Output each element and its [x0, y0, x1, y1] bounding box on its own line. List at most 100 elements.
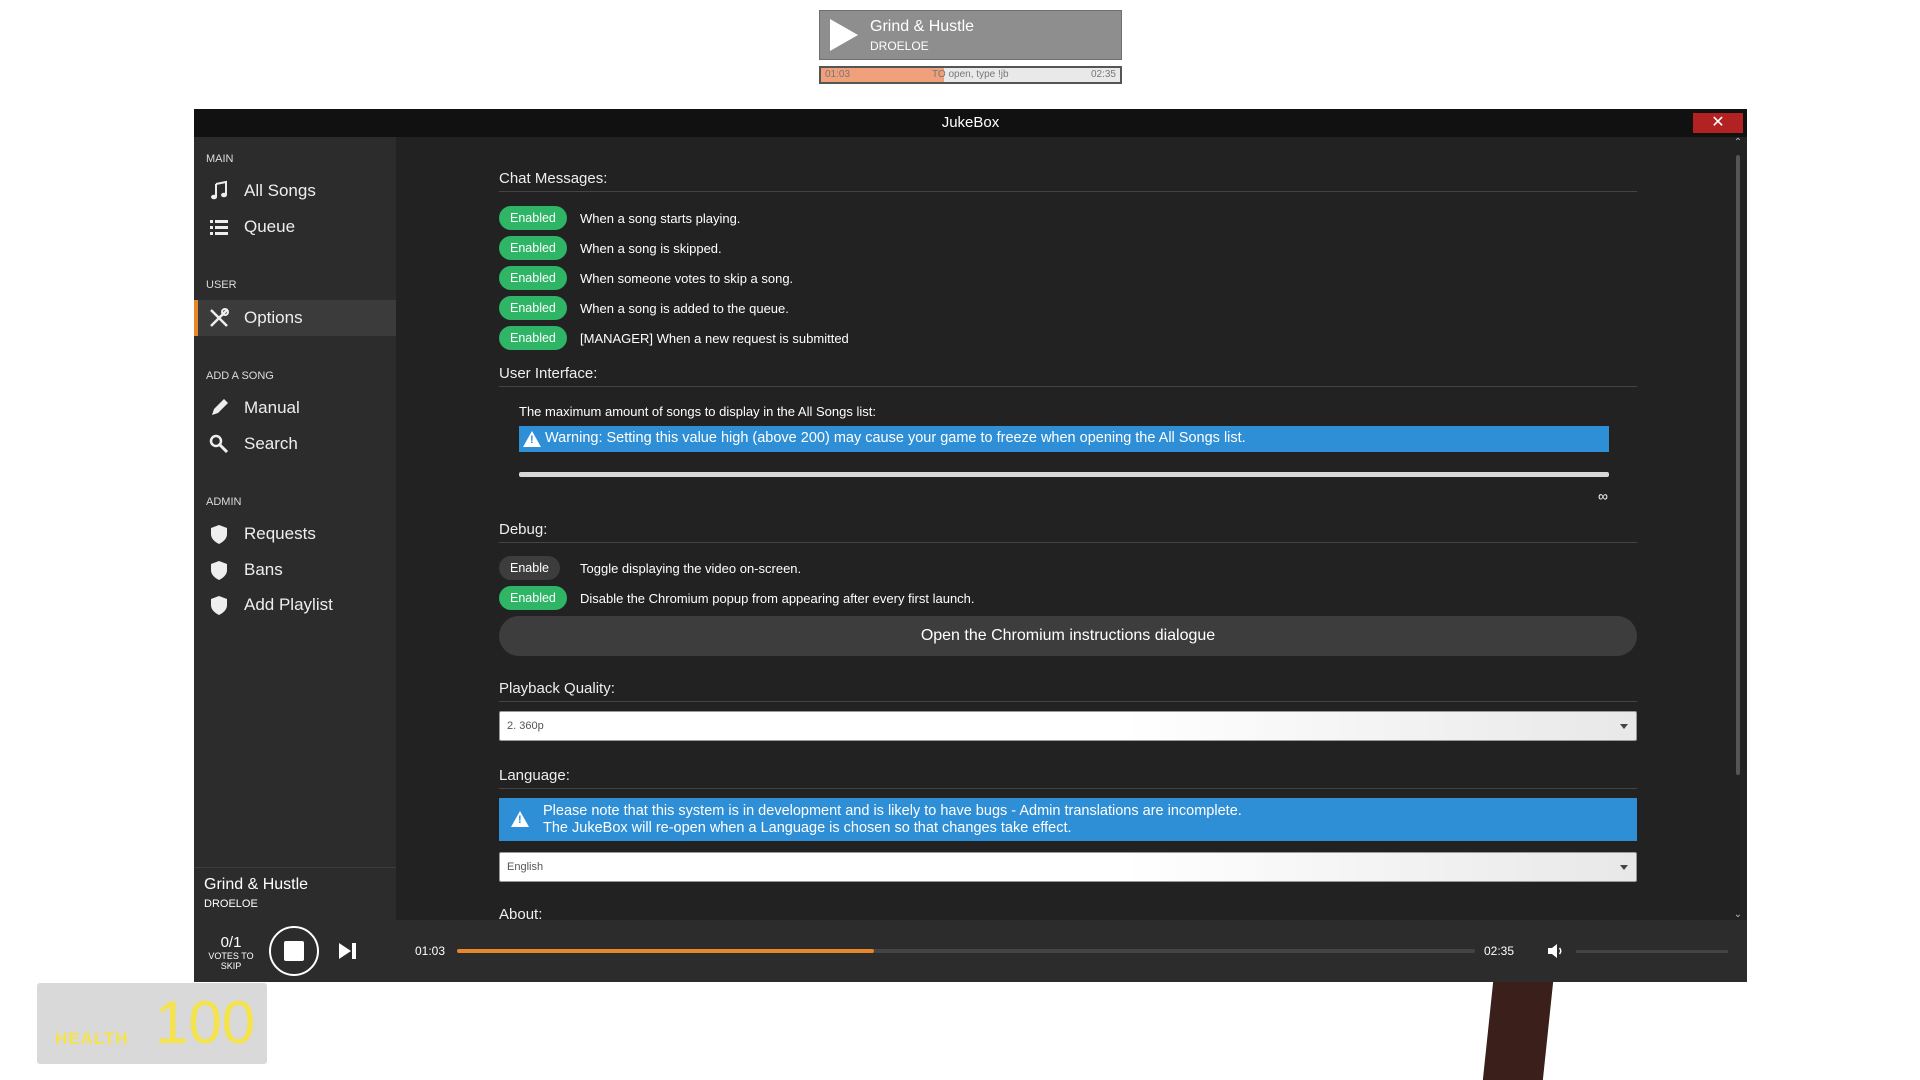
now-playing-artist: DROELOE	[204, 898, 258, 910]
option-label: When someone votes to skip a song.	[580, 271, 794, 286]
toggle-song-starts[interactable]: Enabled	[499, 206, 567, 230]
chevron-down-icon[interactable]: ⌄	[1733, 909, 1743, 920]
divider	[499, 191, 1637, 192]
language-heading: Language:	[499, 767, 570, 784]
sidebar-item-search[interactable]: Search	[194, 426, 396, 462]
toggle-song-added[interactable]: Enabled	[499, 296, 567, 320]
scrollbar-thumb[interactable]	[1736, 155, 1740, 775]
skip-next-icon[interactable]	[338, 942, 358, 960]
chevron-down-icon	[1620, 865, 1628, 870]
divider	[499, 701, 1637, 702]
section-add-a-song: ADD A SONG	[206, 370, 274, 382]
pencil-icon	[212, 399, 228, 415]
volume-icon[interactable]	[1547, 943, 1565, 959]
toggle-song-skipped[interactable]: Enabled	[499, 236, 567, 260]
stop-button[interactable]	[269, 926, 319, 976]
sidebar-item-bans[interactable]: Bans	[194, 552, 396, 588]
toggle-video-onscreen[interactable]: Enable	[499, 556, 560, 580]
hud-song-title: Grind & Hustle	[870, 18, 975, 35]
section-main: MAIN	[206, 153, 234, 165]
chevron-down-icon	[1620, 724, 1628, 729]
window-title: JukeBox	[941, 114, 1000, 131]
hud-time-current: 01:03	[825, 69, 851, 80]
toggle-new-request[interactable]: Enabled	[499, 326, 567, 350]
votes-count: 0/1	[220, 934, 242, 951]
section-admin: ADMIN	[206, 496, 242, 508]
divider	[499, 542, 1637, 543]
language-note-line1: Please note that this system is in devel…	[543, 803, 1242, 819]
sidebar-item-manual[interactable]: Manual	[194, 390, 396, 426]
toggle-vote-skip[interactable]: Enabled	[499, 266, 567, 290]
option-label: When a song is skipped.	[580, 241, 722, 256]
now-playing-title: Grind & Hustle	[204, 876, 309, 893]
quality-select[interactable]: 2. 360p	[499, 711, 1637, 741]
option-label: When a song starts playing.	[580, 211, 741, 226]
player-progress-fill	[457, 949, 875, 953]
sidebar-item-queue[interactable]: Queue	[194, 209, 396, 245]
warning-text: Warning: Setting this value high (above …	[545, 430, 1246, 446]
votes-label: VOTES TO SKIP	[208, 951, 254, 971]
health-label: HEALTH	[55, 1029, 129, 1048]
title-bar: JukeBox	[194, 109, 1747, 137]
chevron-up-icon[interactable]: ⌃	[1733, 137, 1743, 148]
warning-icon	[523, 431, 541, 447]
playback-quality-heading: Playback Quality:	[499, 680, 615, 697]
debug-heading: Debug:	[499, 521, 548, 538]
player-progress-bar[interactable]	[457, 949, 1475, 953]
language-selected: English	[507, 861, 544, 873]
sidebar-item-label: Queue	[244, 217, 296, 236]
player-time-current: 01:03	[415, 944, 446, 958]
slider-value: ∞	[1598, 488, 1608, 504]
option-label: Disable the Chromium popup from appearin…	[580, 591, 975, 606]
search-icon	[209, 434, 229, 454]
hud-song-artist: DROELOE	[870, 39, 929, 53]
stop-icon	[284, 941, 304, 961]
warning-banner: Warning: Setting this value high (above …	[519, 426, 1609, 452]
sidebar-item-label: All Songs	[244, 181, 316, 200]
content-scrollbar[interactable]: ⌃ ⌄	[1733, 137, 1743, 920]
volume-slider[interactable]	[1576, 950, 1728, 953]
shield-icon	[211, 525, 227, 544]
toggle-chromium-popup[interactable]: Enabled	[499, 586, 567, 610]
sidebar-item-all-songs[interactable]: All Songs	[194, 173, 396, 209]
quality-selected: 2. 360p	[507, 720, 544, 732]
max-songs-slider[interactable]	[519, 472, 1609, 477]
shield-icon	[211, 561, 227, 580]
player-time-total: 02:35	[1484, 944, 1515, 958]
chromium-instructions-button[interactable]: Open the Chromium instructions dialogue	[499, 616, 1637, 656]
shield-icon	[211, 596, 227, 615]
divider	[499, 788, 1637, 789]
about-heading: About:	[499, 906, 543, 920]
hud-time-total: 02:35	[1090, 69, 1116, 80]
hud-now-playing: Grind & Hustle DROELOE	[819, 10, 1122, 60]
vote-skip-counter: 0/1 VOTES TO SKIP	[206, 934, 256, 971]
sidebar-now-playing: Grind & Hustle DROELOE	[194, 867, 396, 920]
sidebar-item-label: Manual	[244, 398, 300, 417]
option-label: [MANAGER] When a new request is submitte…	[580, 331, 849, 346]
sidebar-item-label: Options	[244, 308, 303, 327]
sidebar-item-options[interactable]: Options	[194, 300, 396, 336]
max-songs-label: The maximum amount of songs to display i…	[519, 404, 876, 419]
options-panel: Chat Messages: Enabled When a song start…	[396, 137, 1733, 920]
player-bar: 0/1 VOTES TO SKIP 01:03 02:35	[194, 920, 1747, 982]
language-select[interactable]: English	[499, 852, 1637, 882]
game-scene-object	[1482, 982, 1554, 1080]
hud-progress-bar: 01:03 TO open, type !jb 02:35	[819, 66, 1122, 84]
sidebar-item-add-playlist[interactable]: Add Playlist	[194, 587, 396, 623]
option-label: When a song is added to the queue.	[580, 301, 789, 316]
language-note: Please note that this system is in devel…	[499, 798, 1637, 841]
sidebar-item-requests[interactable]: Requests	[194, 516, 396, 552]
play-icon	[830, 19, 858, 51]
close-button[interactable]: ✕	[1693, 113, 1743, 133]
section-user: USER	[206, 279, 237, 291]
sidebar: MAIN All Songs Queue USER Options ADD A …	[194, 137, 396, 920]
music-note-icon	[211, 180, 227, 200]
user-interface-heading: User Interface:	[499, 365, 598, 382]
option-label: Toggle displaying the video on-screen.	[580, 561, 802, 576]
health-value: 100	[155, 989, 256, 1056]
list-icon	[210, 220, 228, 235]
warning-icon	[511, 811, 529, 827]
health-display: HEALTH 100	[37, 983, 267, 1064]
tools-icon	[210, 308, 229, 327]
sidebar-item-label: Add Playlist	[244, 595, 333, 614]
